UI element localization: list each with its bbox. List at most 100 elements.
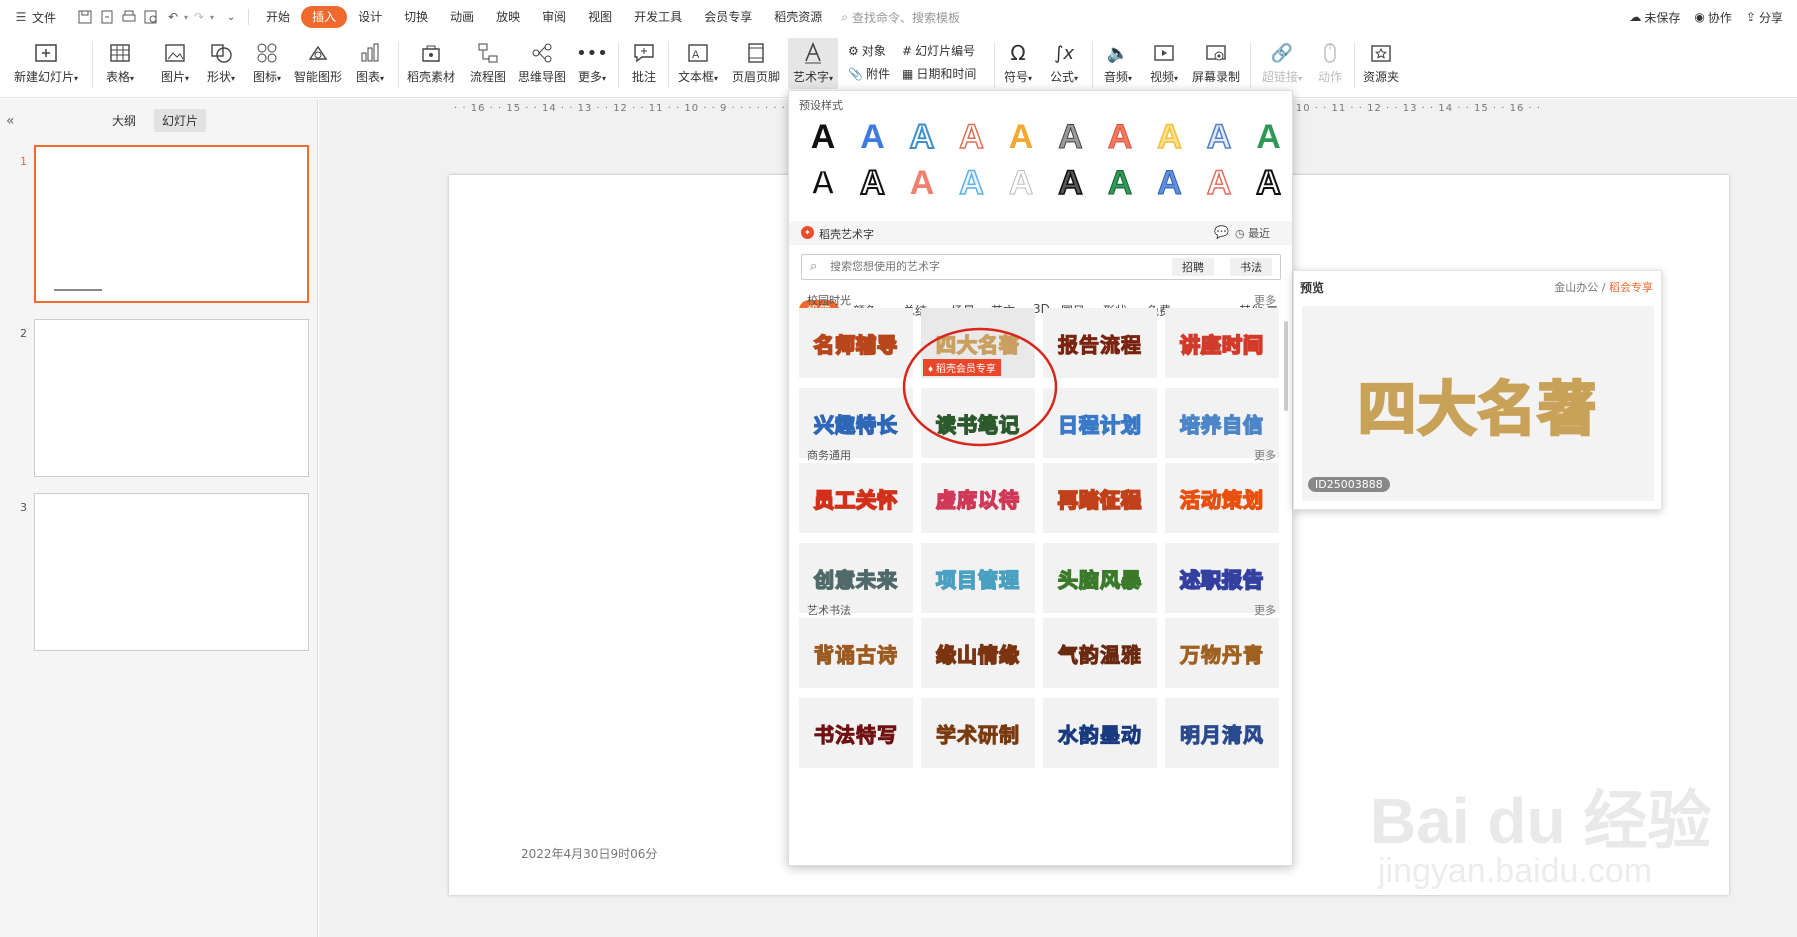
feedback-icon[interactable]: 💬 [1214,225,1229,239]
wordart-template-tile[interactable]: 讲座时间 [1165,308,1279,378]
textbox-button[interactable]: A 文本框▾ [674,38,722,85]
preset-style-3[interactable]: A [902,117,942,157]
mindmap-button[interactable]: 思维导图 [516,38,568,85]
tab-member[interactable]: 会员专享 [693,6,763,28]
preset-style-18[interactable]: A [1150,163,1190,203]
preset-style-9[interactable]: A [1199,117,1239,157]
wordart-search[interactable]: ⌕ 招聘 书法 [801,254,1281,280]
preset-style-8[interactable]: A [1150,117,1190,157]
preset-style-15[interactable]: A [1001,163,1041,203]
share-button[interactable]: ⇪ 分享 [1746,9,1783,26]
tab-transition[interactable]: 切换 [393,6,439,28]
wordart-template-tile[interactable]: 缘山情缘 [921,618,1035,688]
file-menu[interactable]: 文件 [32,9,56,26]
redo-dropdown-icon[interactable]: ▾ [210,13,214,22]
collapse-pane-icon[interactable]: « [6,113,15,129]
wordart-template-tile[interactable]: 名师辅导 [799,308,913,378]
wordart-template-tile[interactable]: 书法特写 [799,698,913,768]
redo-icon[interactable]: ↷ [188,6,210,28]
tab-outline[interactable]: 大纲 [112,112,136,129]
tab-slideshow[interactable]: 放映 [485,6,531,28]
preset-style-5[interactable]: A [1001,117,1041,157]
preset-style-2[interactable]: A [853,117,893,157]
wordart-template-tile[interactable]: 水韵墨动 [1043,698,1157,768]
attachment-button[interactable]: 📎 附件 [848,65,890,82]
preset-style-20[interactable]: A [1249,163,1289,203]
print-preview-icon[interactable] [140,6,162,28]
action-button[interactable]: 动作 [1314,38,1346,85]
tag-recruit[interactable]: 招聘 [1172,258,1214,276]
smart-graphic-button[interactable]: 智能图形 [292,38,344,85]
wordart-template-tile[interactable]: 员工关怀 [799,463,913,533]
slide-date-text[interactable]: 2022年4月30日9时06分 [521,845,657,862]
wordart-template-tile[interactable]: 再踏征程 [1043,463,1157,533]
chart-button[interactable]: 图表▾ [350,38,390,85]
preset-style-13[interactable]: A [902,163,942,203]
icon-button[interactable]: 图标▾ [248,38,286,85]
tab-review[interactable]: 审阅 [531,6,577,28]
export-icon[interactable] [96,6,118,28]
wordart-template-tile[interactable]: 明月清风 [1165,698,1279,768]
symbol-button[interactable]: Ω 符号▾ [1000,38,1036,85]
preset-style-1[interactable]: A [803,117,843,157]
recent-button[interactable]: ◷ 最近 [1235,225,1270,241]
wordart-template-tile[interactable]: 气韵温雅 [1043,618,1157,688]
collab-button[interactable]: ◉ 协作 [1694,9,1732,26]
more-button[interactable]: ••• 更多▾ [574,38,610,85]
wordart-template-tile[interactable]: 背诵古诗 [799,618,913,688]
slide-thumbnail-2[interactable] [34,319,309,477]
undo-icon[interactable]: ↶ [162,6,184,28]
slide-thumbnail-1[interactable] [34,145,309,303]
preset-style-17[interactable]: A [1100,163,1140,203]
panel-scrollbar[interactable] [1284,321,1288,411]
comment-button[interactable]: 批注 [626,38,662,85]
preset-style-14[interactable]: A [952,163,992,203]
datetime-button[interactable]: ▦ 日期和时间 [902,65,976,82]
header-footer-button[interactable]: 页眉页脚 [730,38,782,85]
tab-insert[interactable]: 插入 [301,6,348,28]
new-slide-button[interactable]: 新建幻灯片▾ [10,38,82,85]
tab-home[interactable]: 开始 [255,6,301,28]
cloud-unsaved[interactable]: ☁ 未保存 [1629,9,1680,26]
wordart-template-tile[interactable]: 虚席以待 [921,463,1035,533]
customize-icon[interactable]: ⌄ [220,6,242,28]
save-icon[interactable] [74,6,96,28]
tab-view[interactable]: 视图 [577,6,623,28]
wordart-search-input[interactable] [830,258,1150,276]
slide-number-button[interactable]: # 幻灯片编号 [902,42,975,59]
resource-folder-button[interactable]: 资源夹 [1360,38,1402,85]
preset-style-7[interactable]: A [1100,117,1140,157]
hamburger-icon[interactable]: ☰ [10,6,32,28]
preset-style-6[interactable]: A [1051,117,1091,157]
wordart-template-tile[interactable]: 报告流程 [1043,308,1157,378]
section-more-link[interactable]: 更多 [1254,292,1276,308]
docer-material-button[interactable]: 稻壳素材 [404,38,458,85]
tag-calligraphy[interactable]: 书法 [1230,258,1272,276]
table-button[interactable]: 表格▾ [100,38,140,85]
wordart-template-tile[interactable]: 项目管理 [921,543,1035,613]
formula-button[interactable]: ∫x 公式▾ [1046,38,1082,85]
section-more-link[interactable]: 更多 [1254,447,1276,463]
audio-button[interactable]: 🔈 音频▾ [1100,38,1136,85]
command-search[interactable]: ⌕ 查找命令、搜索模板 [841,9,960,26]
flowchart-button[interactable]: 流程图 [466,38,510,85]
preset-style-16[interactable]: A [1051,163,1091,203]
wordart-template-tile[interactable]: 学术研制 [921,698,1035,768]
wordart-template-tile[interactable]: 读书笔记 [921,388,1035,458]
object-button[interactable]: ⚙ 对象 [848,42,886,59]
preset-style-10[interactable]: A [1249,117,1289,157]
section-more-link[interactable]: 更多 [1254,602,1276,618]
preset-style-19[interactable]: A [1199,163,1239,203]
picture-button[interactable]: 图片▾ [156,38,194,85]
hyperlink-button[interactable]: 🔗 超链接▾ [1258,38,1306,85]
tab-docer[interactable]: 稻壳资源 [763,6,833,28]
wordart-template-tile[interactable]: 四大名著 ♦ 稻壳会员专享 [921,308,1035,378]
wordart-template-tile[interactable]: 万物丹青 [1165,618,1279,688]
wordart-button[interactable]: 艺术字▾ [788,38,838,89]
video-button[interactable]: 视频▾ [1146,38,1182,85]
tab-slides[interactable]: 幻灯片 [154,109,207,132]
preset-style-4[interactable]: A [952,117,992,157]
tab-animation[interactable]: 动画 [439,6,485,28]
wordart-template-tile[interactable]: 头脑风暴 [1043,543,1157,613]
preset-style-12[interactable]: A [853,163,893,203]
